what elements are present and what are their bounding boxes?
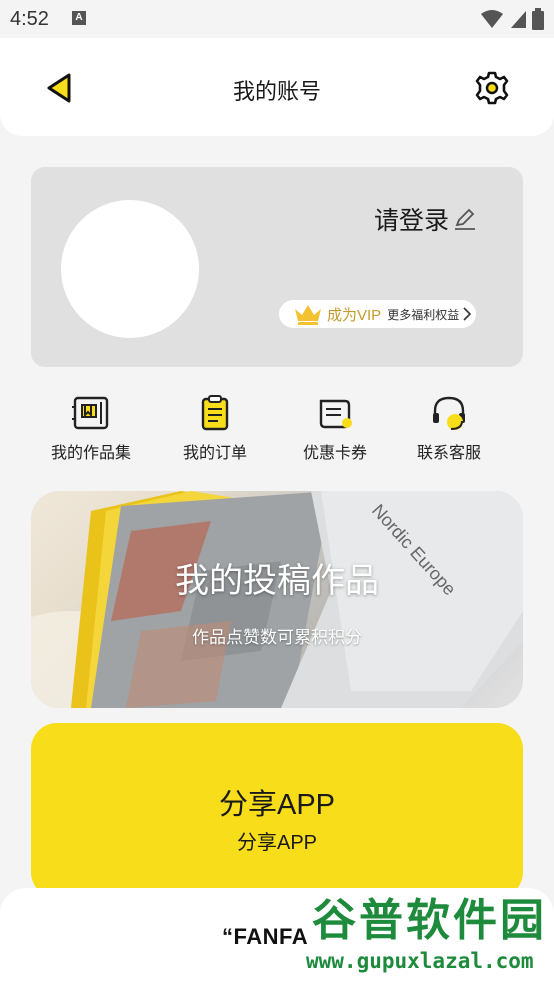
status-icons [479, 8, 544, 30]
status-bar: 4:52 A [0, 0, 554, 38]
vip-label: 成为VIP [327, 306, 382, 324]
avatar[interactable] [61, 200, 199, 338]
gear-icon [475, 71, 509, 105]
watermark-logo: 谷普软件园 [312, 896, 547, 945]
order-list-icon [201, 395, 229, 431]
notification-icon: A [72, 11, 86, 25]
app-header: 我的账号 [0, 38, 554, 136]
headset-icon [433, 396, 465, 430]
my-submissions-banner[interactable]: Nordic Europe 我的投稿作品 作品点赞数可累积积分 [31, 491, 523, 708]
watermark-url: www.gupuxlazal.com [306, 949, 534, 973]
login-text[interactable]: 请登录 [374, 201, 449, 237]
brand-text: “FANFA [222, 924, 309, 949]
quick-menu: 我的作品集 我的订单 优惠卡券 联系客服 [31, 393, 523, 473]
menu-label-coupons: 优惠卡券 [302, 445, 367, 462]
watermark: 谷普软件园 www.gupuxlazal.com [306, 895, 552, 981]
menu-label-portfolio: 我的作品集 [50, 445, 131, 462]
vip-more-text: 更多福利权益 [387, 307, 460, 322]
share-subtitle: 分享APP [236, 832, 318, 854]
vip-button[interactable]: 成为VIP 更多福利权益 [279, 300, 476, 328]
menu-item-support[interactable]: 联系客服 [389, 393, 509, 463]
status-time: 4:52 [10, 8, 49, 30]
coupon-icon [319, 399, 352, 429]
chevron-right-icon [463, 307, 472, 321]
menu-item-portfolio[interactable]: 我的作品集 [31, 393, 151, 463]
crown-icon [295, 305, 321, 325]
page-title: 我的账号 [232, 79, 321, 104]
settings-button[interactable] [472, 68, 512, 108]
menu-item-orders[interactable]: 我的订单 [155, 393, 275, 463]
menu-label-support: 联系客服 [416, 445, 481, 462]
share-title: 分享APP [218, 789, 336, 821]
menu-label-orders: 我的订单 [182, 445, 247, 462]
share-app-card[interactable]: 分享APP 分享APP [31, 723, 523, 898]
battery-icon [532, 8, 544, 30]
profile-card: 请登录 成为VIP 更多福利权益 [31, 167, 523, 367]
portfolio-icon [72, 396, 109, 430]
banner-subtitle: 作品点赞数可累积积分 [192, 628, 362, 647]
banner-title: 我的投稿作品 [175, 562, 379, 600]
wifi-icon [481, 10, 504, 28]
edit-pencil-icon[interactable] [453, 207, 477, 231]
signal-icon [510, 11, 526, 28]
menu-item-coupons[interactable]: 优惠卡券 [275, 393, 395, 463]
login-row[interactable]: 请登录 [374, 201, 477, 237]
